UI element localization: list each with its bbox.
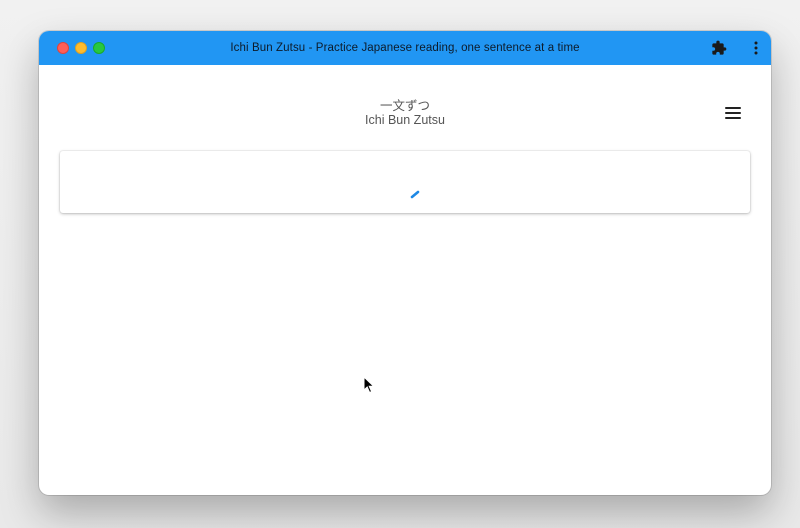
app-header: 一文ずつ Ichi Bun Zutsu [39, 65, 771, 135]
puzzle-piece-icon[interactable] [711, 40, 727, 56]
app-title-japanese: 一文ずつ [379, 98, 430, 113]
app-title-english: Ichi Bun Zutsu [365, 113, 445, 127]
hamburger-line [725, 107, 741, 109]
window-titlebar[interactable]: Ichi Bun Zutsu - Practice Japanese readi… [39, 31, 771, 65]
mouse-cursor-icon [363, 376, 375, 394]
browser-app-window: Ichi Bun Zutsu - Practice Japanese readi… [39, 31, 771, 495]
hamburger-menu-icon[interactable] [723, 105, 743, 121]
window-title: Ichi Bun Zutsu - Practice Japanese readi… [230, 42, 580, 54]
desktop-background: Ichi Bun Zutsu - Practice Japanese readi… [0, 0, 800, 528]
spinner-icon [410, 190, 420, 199]
hamburger-line [725, 117, 741, 119]
sentence-card [60, 151, 750, 213]
more-vertical-icon[interactable] [748, 40, 764, 56]
hamburger-line [725, 112, 741, 114]
